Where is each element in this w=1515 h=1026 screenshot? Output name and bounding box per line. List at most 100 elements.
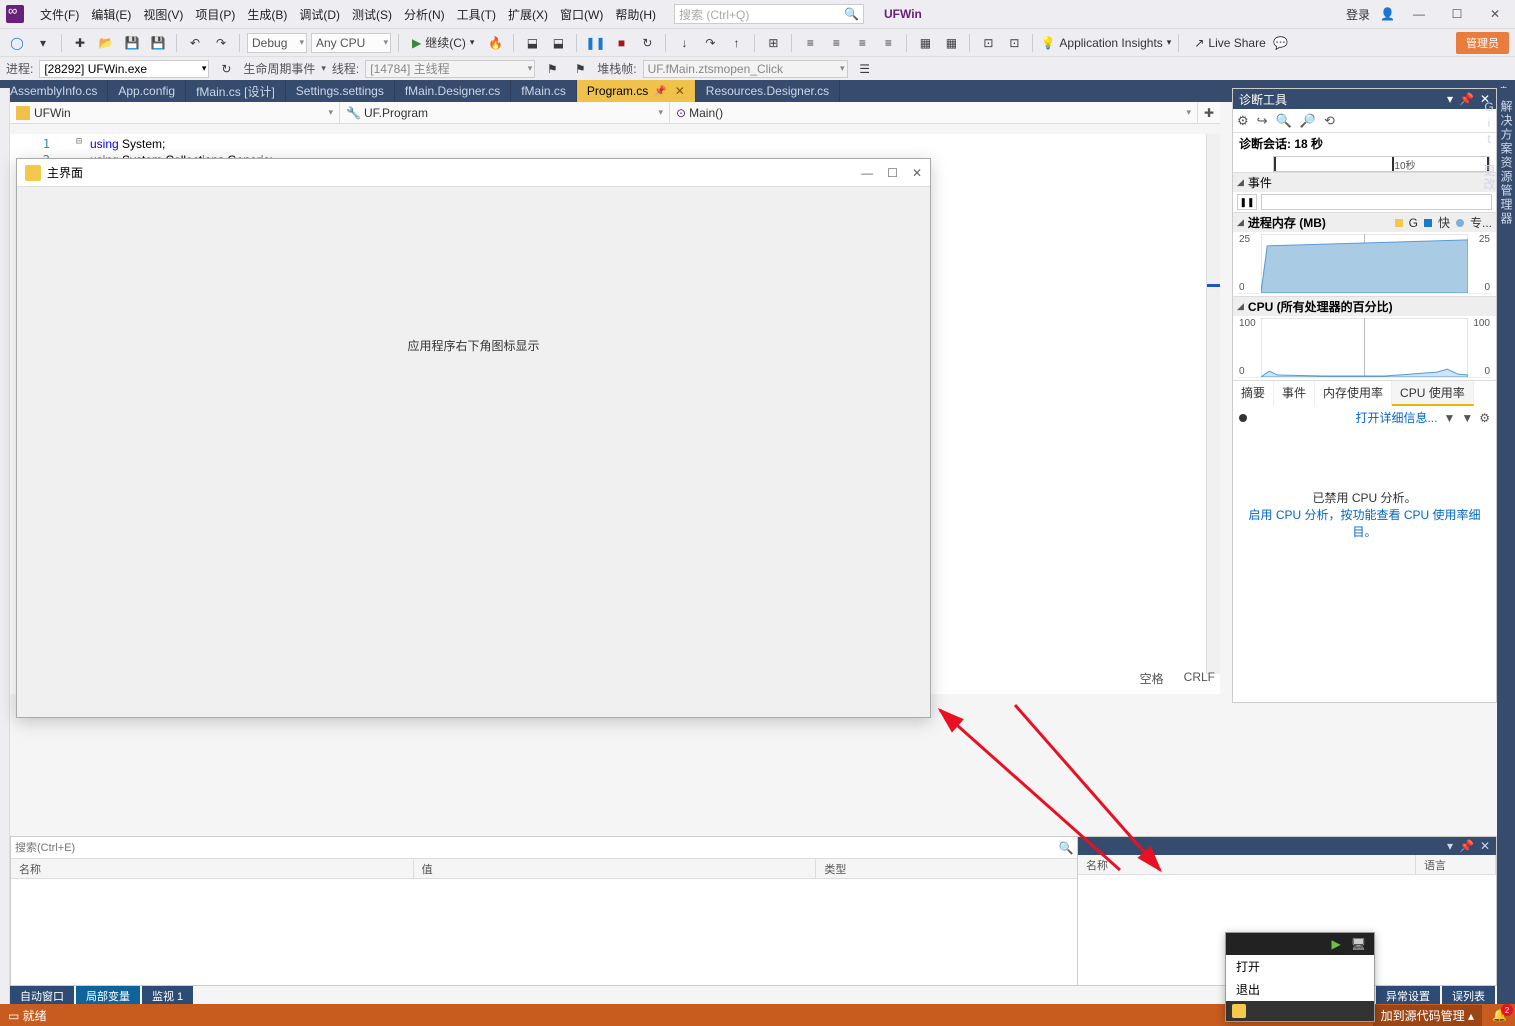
platform-combo[interactable]: Any CPU — [311, 33, 391, 53]
zoom-out-icon[interactable]: 🔎 — [1300, 113, 1316, 129]
form-maximize-icon[interactable]: ☐ — [887, 166, 898, 180]
tab-errorlist[interactable]: 误列表 — [1442, 986, 1495, 1006]
collapse-icon[interactable]: ◢ — [1237, 301, 1244, 312]
form-close-icon[interactable]: ✕ — [912, 166, 922, 180]
cs-col-name[interactable]: 名称 — [1078, 855, 1416, 874]
form-minimize-icon[interactable]: ― — [861, 166, 873, 180]
events-pause-icon[interactable]: ❚❚ — [1237, 194, 1257, 210]
flag-icon[interactable]: ⚑ — [541, 58, 563, 80]
tab-resources[interactable]: Resources.Designer.cs — [696, 80, 840, 102]
tab-close-icon[interactable]: ✕ — [675, 84, 685, 98]
zoom-reset-icon[interactable]: ⟲ — [1324, 113, 1335, 129]
enable-cpu-link[interactable]: 启用 CPU 分析，按功能查看 CPU 使用率细目。 — [1248, 508, 1480, 539]
filter1-icon[interactable]: ▼ — [1443, 411, 1455, 425]
grid1-icon[interactable]: ▦ — [914, 32, 936, 54]
save-icon[interactable]: 💾 — [121, 32, 143, 54]
tab-fmain-design[interactable]: fMain.cs [设计] — [186, 80, 286, 102]
search-icon[interactable]: 🔍 — [1059, 841, 1074, 855]
stop-icon[interactable]: ■ — [610, 32, 632, 54]
nav-fwd-icon[interactable]: ▾ — [32, 32, 54, 54]
continue-button[interactable]: ▶继续(C)▾ — [406, 34, 480, 51]
split-icon[interactable]: ✚ — [1198, 102, 1220, 123]
tab-appconfig[interactable]: App.config — [108, 80, 186, 102]
locals-search-input[interactable] — [15, 842, 1053, 854]
nav-back-icon[interactable]: ◯ — [6, 32, 28, 54]
diag-tab-cpu[interactable]: CPU 使用率 — [1392, 381, 1474, 406]
tab-settings[interactable]: Settings.settings — [286, 80, 395, 102]
collapse-icon[interactable]: ◢ — [1237, 217, 1244, 228]
live-share-button[interactable]: ↗Live Share — [1194, 36, 1265, 50]
global-search-input[interactable]: 搜索 (Ctrl+Q) 🔍 — [674, 4, 864, 24]
open-detail-link[interactable]: 打开详细信息... — [1355, 409, 1437, 426]
grid2-icon[interactable]: ▦ — [940, 32, 962, 54]
section-events[interactable]: ◢事件 — [1233, 172, 1496, 192]
diag-tab-summary[interactable]: 摘要 — [1233, 381, 1274, 406]
cs-col-lang[interactable]: 语言 — [1416, 855, 1496, 874]
form-titlebar[interactable]: 主界面 ― ☐ ✕ — [17, 159, 930, 187]
running-form-window[interactable]: 主界面 ― ☐ ✕ 应用程序右下角图标显示 — [16, 158, 931, 718]
cpu-chart[interactable]: 1000 1000 — [1237, 318, 1492, 378]
misc2-icon[interactable]: ⊡ — [1003, 32, 1025, 54]
hot-reload-icon[interactable]: 🔥 — [484, 32, 506, 54]
step-icon[interactable]: ⬓ — [521, 32, 543, 54]
cs-dropdown-icon[interactable]: ▾ — [1447, 839, 1453, 853]
source-control-button[interactable]: 加到源代码管理 ▴ — [1373, 1005, 1482, 1026]
col-value[interactable]: 值 — [414, 859, 817, 878]
tab-watch1[interactable]: 监视 1 — [142, 986, 193, 1006]
tab-fmain-designer[interactable]: fMain.Designer.cs — [395, 80, 511, 102]
align4-icon[interactable]: ≡ — [877, 32, 899, 54]
step-into-icon[interactable]: ↓ — [673, 32, 695, 54]
step2-icon[interactable]: ⬓ — [547, 32, 569, 54]
menu-tools[interactable]: 工具(T) — [451, 4, 502, 25]
tab-autos[interactable]: 自动窗口 — [10, 986, 74, 1006]
menu-build[interactable]: 生成(B) — [241, 4, 293, 25]
record-icon[interactable] — [1239, 414, 1247, 422]
diag-gear-icon[interactable]: ⚙ — [1237, 113, 1249, 129]
rail-solution-explorer[interactable]: 解决方案资源管理器 — [1498, 94, 1515, 1026]
events-lane[interactable] — [1261, 194, 1492, 210]
open-icon[interactable]: 📂 — [95, 32, 117, 54]
diagnostics-header[interactable]: 诊断工具 ▾📌✕ — [1233, 89, 1496, 109]
tab-locals[interactable]: 局部变量 — [76, 986, 140, 1006]
whitespace-mode[interactable]: 空格 — [1140, 670, 1164, 687]
tab-assemblyinfo[interactable]: AssemblyInfo.cs — [0, 80, 108, 102]
diag-tab-events[interactable]: 事件 — [1274, 381, 1315, 406]
tab-exceptions[interactable]: 异常设置 — [1376, 986, 1440, 1006]
stackframe-combo[interactable]: UF.fMain.ztsmopen_Click — [643, 60, 848, 78]
user-icon[interactable]: 👤 — [1380, 7, 1395, 21]
close-icon[interactable]: ✕ — [1481, 7, 1509, 21]
login-link[interactable]: 登录 — [1346, 6, 1370, 23]
notifications-icon[interactable]: 🔔2 — [1492, 1008, 1507, 1022]
config-combo[interactable]: Debug — [247, 33, 307, 53]
menu-window[interactable]: 窗口(W) — [554, 4, 609, 25]
process-combo[interactable]: [28292] UFWin.exe — [39, 60, 209, 78]
section-cpu[interactable]: ◢CPU (所有处理器的百分比) — [1233, 296, 1496, 316]
misc1-icon[interactable]: ⊡ — [977, 32, 999, 54]
memory-chart[interactable]: 250 250 — [1237, 234, 1492, 294]
app-insights-button[interactable]: 💡Application Insights▾ — [1040, 36, 1171, 50]
restart-icon[interactable]: ↻ — [636, 32, 658, 54]
col-name[interactable]: 名称 — [11, 859, 414, 878]
collapse-icon[interactable]: ◢ — [1237, 177, 1244, 188]
step-out-icon[interactable]: ↑ — [725, 32, 747, 54]
align2-icon[interactable]: ≡ — [825, 32, 847, 54]
diag-export-icon[interactable]: ↪ — [1257, 113, 1268, 129]
panel-dropdown-icon[interactable]: ▾ — [1447, 92, 1453, 106]
menu-analyze[interactable]: 分析(N) — [398, 4, 451, 25]
tray-app-row[interactable] — [1226, 1001, 1374, 1021]
align3-icon[interactable]: ≡ — [851, 32, 873, 54]
align1-icon[interactable]: ≡ — [799, 32, 821, 54]
nav-method-combo[interactable]: ⊙ Main() — [670, 102, 1198, 123]
nav-project-combo[interactable]: UFWin — [10, 102, 340, 123]
new-item-icon[interactable]: ✚ — [69, 32, 91, 54]
step-over-icon[interactable]: ↷ — [699, 32, 721, 54]
diag-tab-memory[interactable]: 内存使用率 — [1315, 381, 1392, 406]
nav-class-combo[interactable]: 🔧 UF.Program — [340, 102, 670, 123]
tray-open[interactable]: 打开 — [1226, 955, 1374, 978]
redo-icon[interactable]: ↷ — [210, 32, 232, 54]
menu-help[interactable]: 帮助(H) — [609, 4, 662, 25]
taskbar-running-icon[interactable]: ▶ — [1332, 937, 1341, 951]
menu-file[interactable]: 文件(F) — [34, 4, 85, 25]
cs-close-icon[interactable]: ✕ — [1480, 839, 1490, 853]
pin-icon[interactable]: 📌 — [654, 86, 666, 97]
